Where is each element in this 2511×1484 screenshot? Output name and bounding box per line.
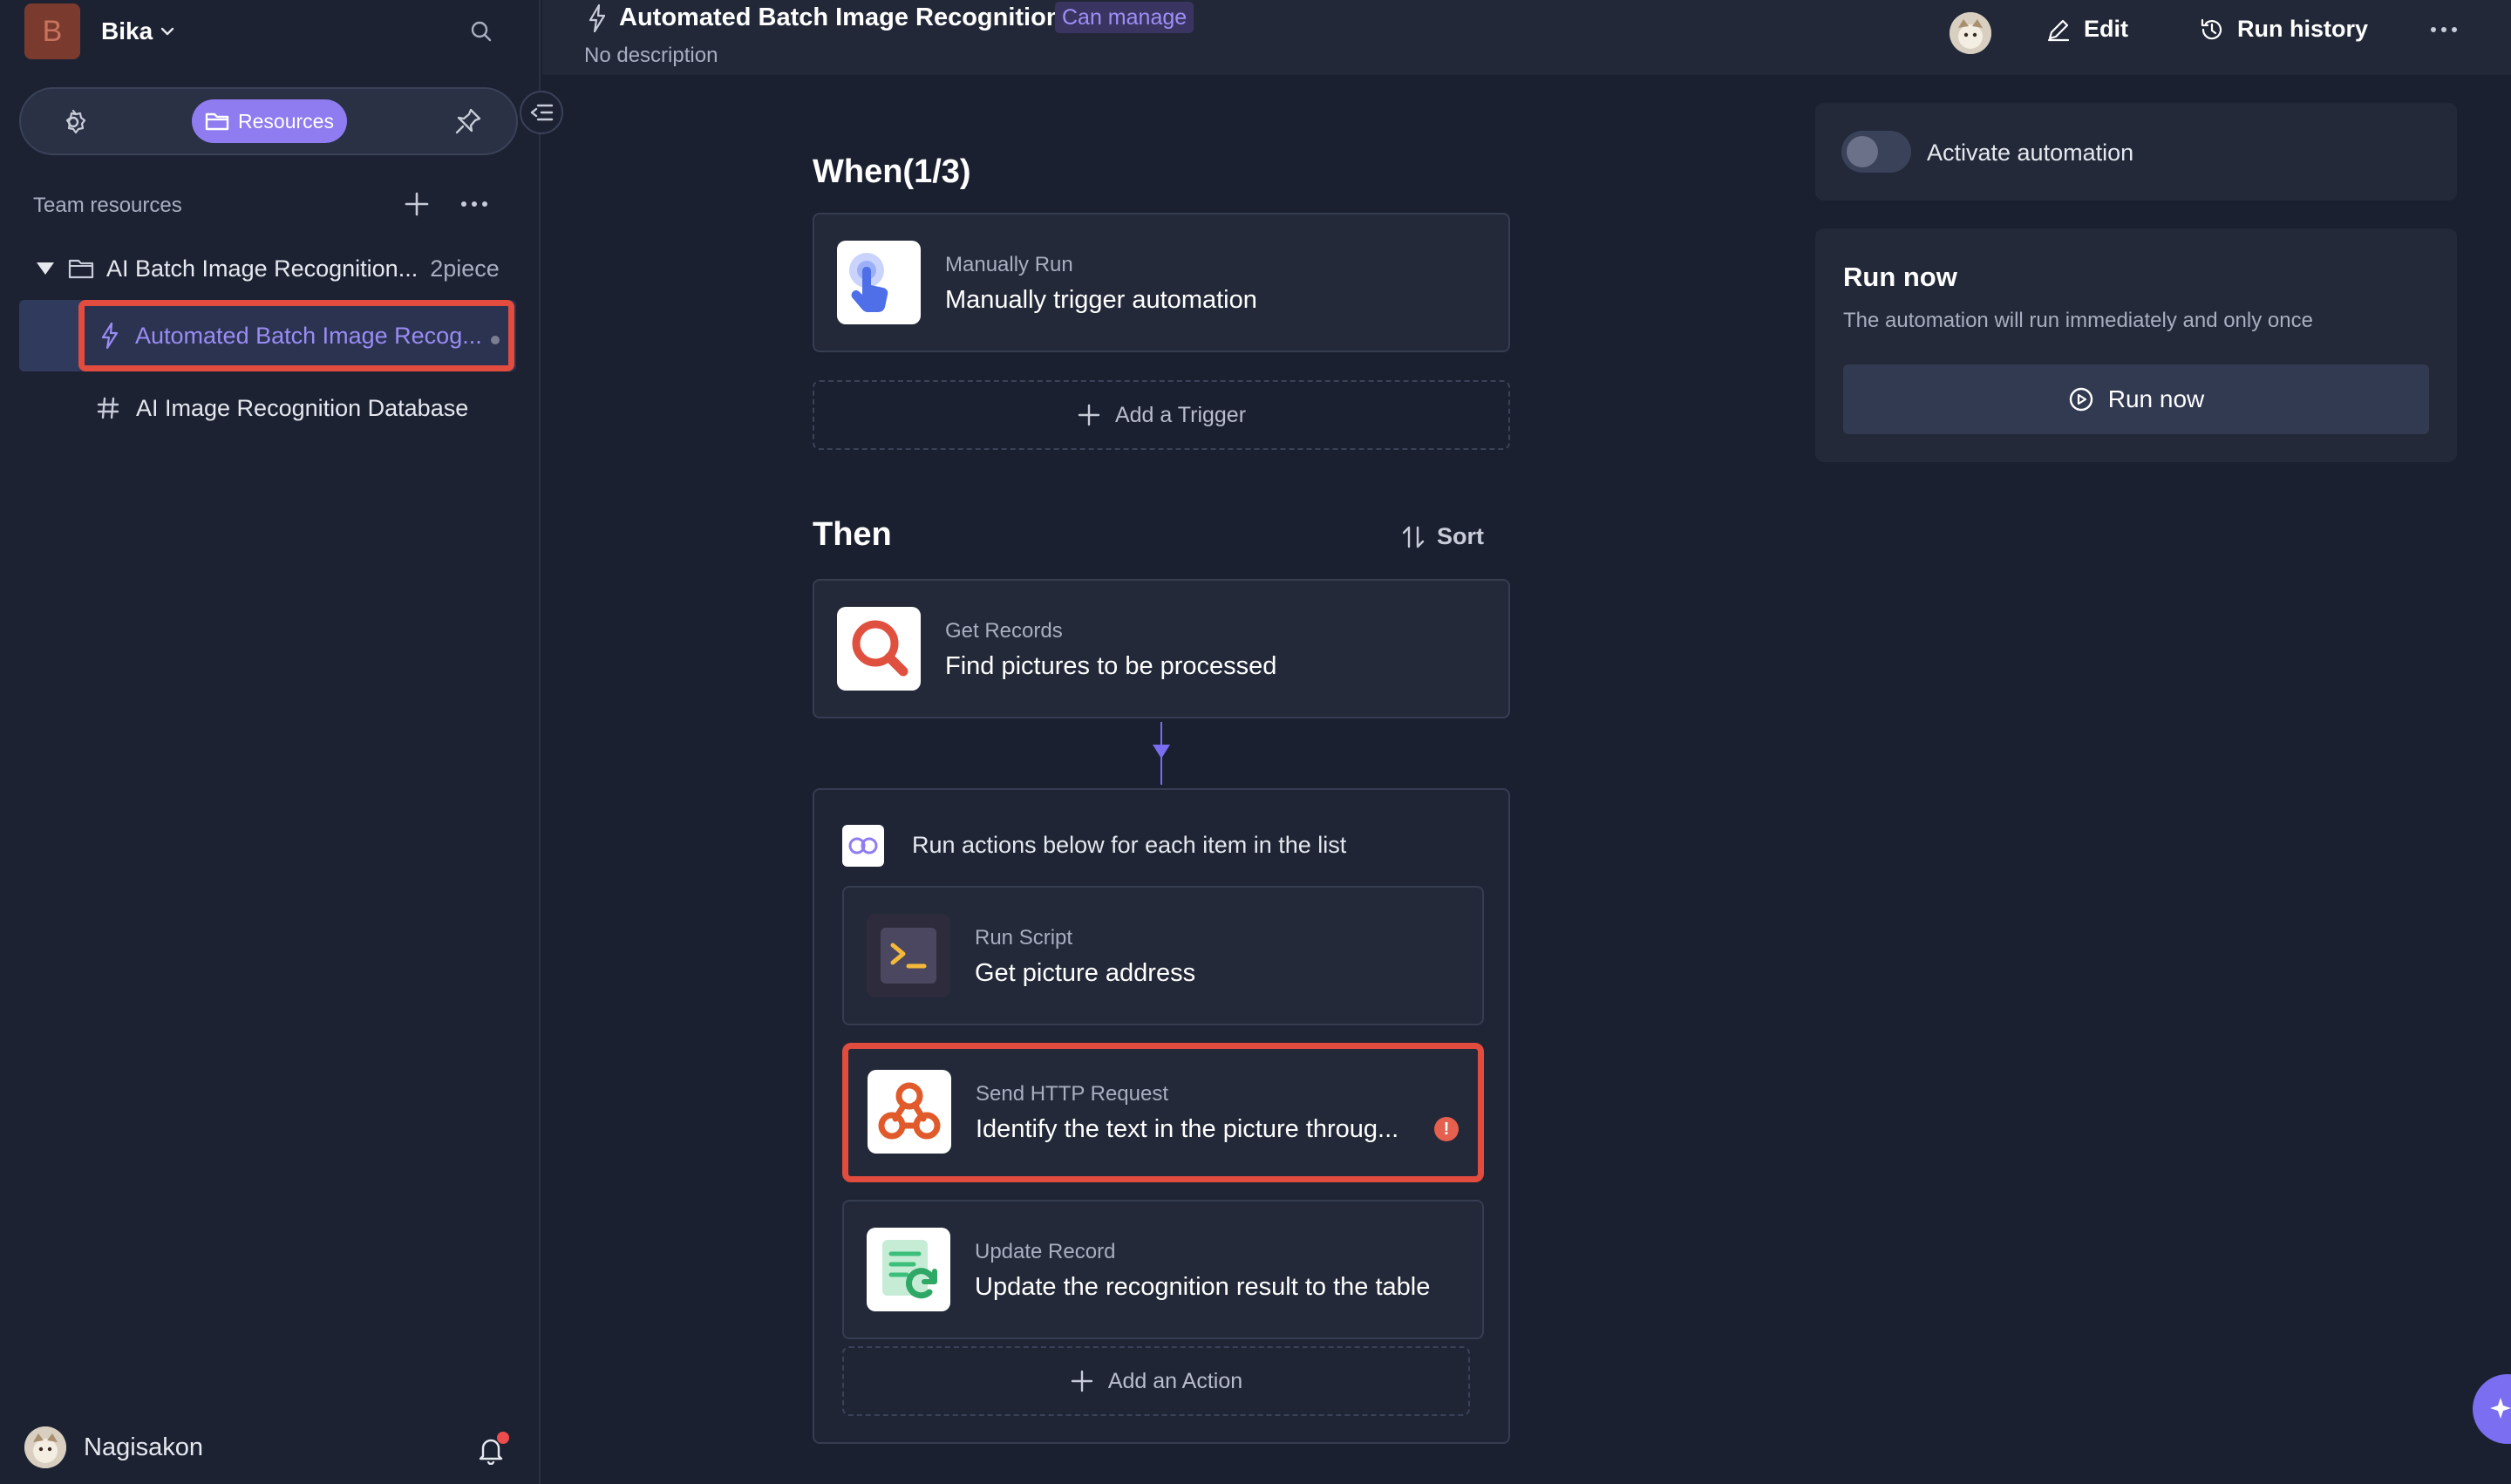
magnifier-icon: [837, 607, 921, 691]
activate-label: Activate automation: [1927, 140, 2134, 166]
update-record-name: Update the recognition result to the tab…: [975, 1273, 1431, 1301]
gear-icon[interactable]: [58, 106, 89, 138]
tree-folder[interactable]: AI Batch Image Recognition... 2piece: [35, 251, 523, 286]
page-title: Automated Batch Image Recognition: [619, 3, 1062, 31]
sort-label: Sort: [1437, 523, 1484, 549]
more-icon[interactable]: [459, 194, 490, 214]
sparkle-icon: [2490, 1394, 2511, 1424]
caret-down-icon[interactable]: [35, 260, 56, 277]
http-request-card[interactable]: Send HTTP Request Identify the text in t…: [842, 1043, 1484, 1182]
manual-trigger-icon: [837, 241, 921, 324]
get-records-name: Find pictures to be processed: [945, 652, 1277, 680]
tree-item-automation[interactable]: Automated Batch Image Recog...: [78, 300, 514, 371]
history-icon: [2199, 17, 2225, 43]
sort-icon: [1400, 524, 1426, 550]
tree-folder-count: 2piece: [430, 255, 500, 282]
terminal-icon: [867, 914, 950, 997]
user-name: Nagisakon: [84, 1433, 204, 1461]
run-now-button-label: Run now: [2107, 385, 2205, 412]
user-profile[interactable]: Nagisakon: [24, 1426, 203, 1468]
ai-assistant-button[interactable]: [2473, 1374, 2511, 1444]
run-history-label: Run history: [2237, 16, 2369, 42]
tree-item-automation-label: Automated Batch Image Recog...: [135, 322, 482, 349]
bolt-icon: [588, 3, 607, 33]
run-now-button[interactable]: Run now: [1843, 364, 2429, 434]
more-icon[interactable]: [2429, 21, 2459, 38]
status-dot: [491, 336, 500, 344]
play-icon: [2068, 386, 2094, 412]
tree-folder-name: AI Batch Image Recognition...: [106, 255, 418, 282]
search-icon[interactable]: [469, 19, 493, 44]
loop-label: Run actions below for each item in the l…: [912, 832, 1347, 858]
collapse-sidebar-button[interactable]: [520, 91, 563, 134]
get-records-type: Get Records: [945, 619, 1063, 643]
arrow-down-icon: [1151, 743, 1172, 760]
avatar[interactable]: [1950, 12, 1991, 54]
run-history-button[interactable]: Run history: [2199, 16, 2368, 43]
add-trigger-button[interactable]: Add a Trigger: [813, 380, 1510, 450]
trigger-name: Manually trigger automation: [945, 286, 1257, 314]
pin-icon[interactable]: [453, 106, 483, 136]
page-header: Automated Batch Image Recognition Can ma…: [542, 0, 2511, 75]
avatar[interactable]: [24, 1426, 66, 1468]
trigger-type: Manually Run: [945, 253, 1073, 276]
update-record-type: Update Record: [975, 1240, 1116, 1263]
bolt-icon: [100, 322, 119, 350]
update-record-card[interactable]: Update Record Update the recognition res…: [842, 1200, 1484, 1339]
plus-icon: [1070, 1369, 1094, 1393]
run-script-card[interactable]: Run Script Get picture address: [842, 886, 1484, 1025]
trigger-card[interactable]: Manually Run Manually trigger automation: [813, 213, 1510, 352]
plus-icon: [1077, 403, 1101, 427]
sidebar-tab-switcher: Resources: [19, 87, 518, 155]
add-action-label: Add an Action: [1107, 1368, 1243, 1393]
folder-icon: [68, 257, 94, 280]
team-resources-label: Team resources: [33, 194, 182, 217]
update-record-icon: [867, 1228, 950, 1311]
pencil-icon: [2045, 17, 2072, 43]
notification-badge: [497, 1432, 509, 1444]
hash-icon: [96, 396, 120, 420]
run-script-name: Get picture address: [975, 959, 1196, 987]
http-request-type: Send HTTP Request: [976, 1082, 1169, 1106]
folder-icon: [205, 111, 229, 132]
chevron-down-icon[interactable]: [159, 23, 176, 40]
add-action-button[interactable]: Add an Action: [842, 1346, 1470, 1416]
add-icon[interactable]: [403, 190, 431, 218]
when-section-title: When(1/3): [813, 153, 971, 190]
edit-button[interactable]: Edit: [2045, 16, 2128, 43]
warning-icon: !: [1434, 1117, 1459, 1141]
run-now-title: Run now: [1843, 262, 1957, 292]
then-section-title: Then: [813, 516, 892, 553]
collapse-icon: [530, 104, 554, 121]
page-description[interactable]: No description: [584, 44, 718, 68]
get-records-card[interactable]: Get Records Find pictures to be processe…: [813, 579, 1510, 718]
tab-resources[interactable]: Resources: [192, 99, 347, 143]
sort-button[interactable]: Sort: [1400, 523, 1484, 550]
sidebar: B Bika Resources Team resources AI Batch…: [0, 0, 563, 1484]
loop-container[interactable]: Run actions below for each item in the l…: [813, 788, 1510, 1444]
run-script-type: Run Script: [975, 926, 1073, 950]
tab-resources-label: Resources: [238, 109, 334, 133]
run-now-description: The automation will run immediately and …: [1843, 309, 2313, 332]
run-now-panel: Run now The automation will run immediat…: [1815, 228, 2457, 462]
workspace-avatar[interactable]: B: [24, 3, 80, 59]
loop-icon: [842, 825, 884, 867]
workspace-name[interactable]: Bika: [101, 17, 153, 45]
http-request-name: Identify the text in the picture throug.…: [976, 1115, 1399, 1143]
permission-badge: Can manage: [1055, 2, 1194, 33]
tree-item-database[interactable]: AI Image Recognition Database: [96, 391, 468, 425]
activate-automation-panel: Activate automation: [1815, 103, 2457, 201]
tree-item-database-label: AI Image Recognition Database: [136, 394, 469, 421]
add-trigger-label: Add a Trigger: [1114, 402, 1247, 427]
webhook-icon: [868, 1070, 951, 1154]
edit-label: Edit: [2084, 16, 2128, 42]
activate-toggle[interactable]: [1841, 131, 1911, 173]
